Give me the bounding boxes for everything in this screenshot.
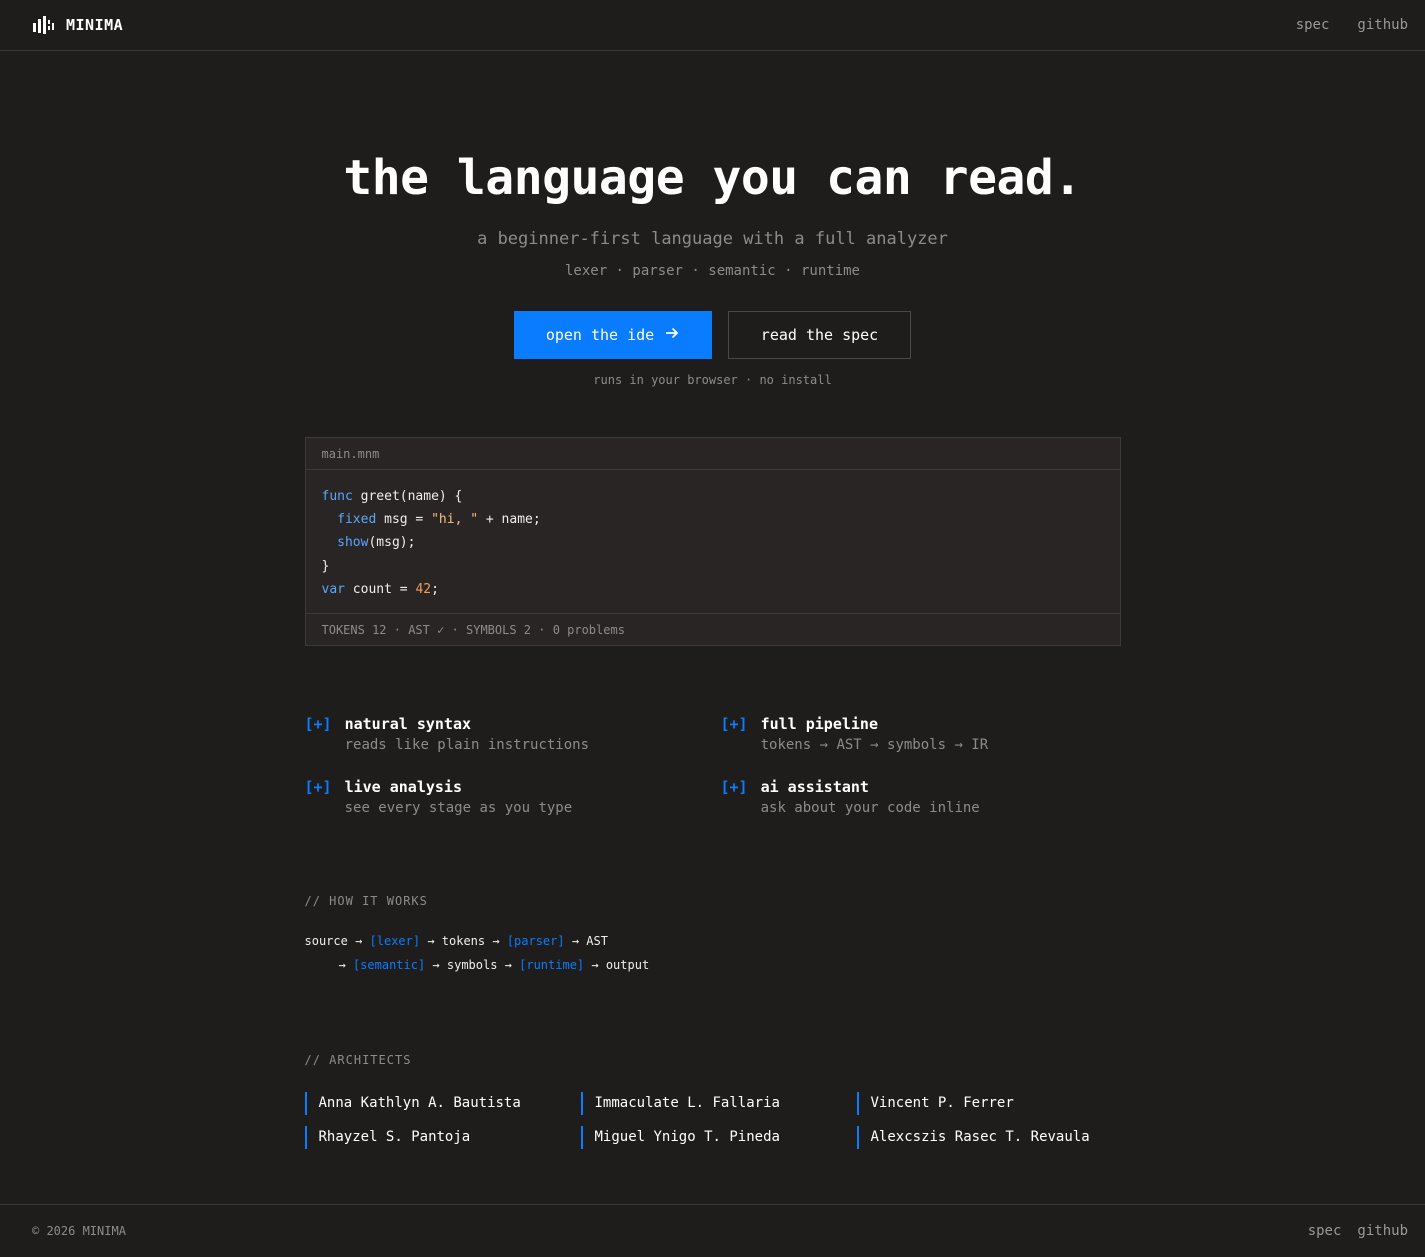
code-text: + name; — [478, 512, 541, 528]
pipeline-flow: source → [lexer] → tokens → [parser] → A… — [305, 929, 1121, 977]
editor-filename: main.mnm — [321, 446, 380, 461]
flow-line: → [semantic] → symbols → [runtime] → out… — [305, 953, 1121, 977]
open-ide-label: open the ide — [545, 326, 655, 344]
feature-marker: [+] — [304, 778, 332, 797]
flow-text: → symbols → — [425, 958, 520, 973]
code-line: fixed msg = "hi, " + name; — [322, 508, 1104, 531]
flow-step-lexer: [lexer] — [369, 934, 421, 949]
architects: // ARCHITECTS Anna Kathlyn A. Bautista I… — [304, 1053, 1121, 1150]
feature-desc: tokens → AST → symbols → IR — [760, 737, 989, 754]
flow-text: → — [338, 958, 353, 973]
hero: the language you can read. a beginner-fi… — [0, 151, 1425, 387]
hero-stages: lexer · parser · semantic · runtime — [564, 263, 860, 279]
feature-desc: reads like plain instructions — [344, 737, 590, 754]
editor-status-bar: TOKENS 12 · AST ✓ · SYMBOLS 2 · 0 proble… — [305, 613, 1120, 645]
bars-logo-icon — [32, 15, 56, 35]
code-line: show(msg); — [322, 531, 1104, 554]
hero-note: runs in your browser · no install — [593, 373, 832, 387]
code-line: func greet(name) { — [322, 485, 1104, 508]
flow-step-runtime: [runtime] — [519, 958, 585, 973]
how-it-works: // HOW IT WORKS source → [lexer] → token… — [305, 894, 1121, 977]
architect-name: Alexcszis Rasec T. Revaula — [856, 1126, 1121, 1150]
analysis-status: TOKENS 12 · AST ✓ · SYMBOLS 2 · 0 proble… — [321, 622, 625, 637]
architect-name: Miguel Ynigo T. Pineda — [580, 1126, 857, 1150]
architect-name: Vincent P. Ferrer — [856, 1092, 1121, 1116]
code-keyword: func — [321, 489, 353, 504]
feature-item: [+] natural syntax reads like plain inst… — [305, 714, 721, 756]
feature-title: live analysis — [344, 778, 462, 797]
feature-title: full pipeline — [760, 715, 878, 734]
feature-title: natural syntax — [344, 715, 472, 734]
code-preview: main.mnm func greet(name) { fixed msg = … — [304, 437, 1121, 647]
top-nav: spec github — [1296, 17, 1408, 33]
feature-item: [+] full pipeline tokens → AST → symbols… — [721, 714, 1121, 756]
feature-desc: ask about your code inline — [760, 800, 980, 817]
architect-name: Rhayzel S. Pantoja — [304, 1126, 581, 1150]
feature-marker: [+] — [720, 778, 748, 797]
code-line: } — [321, 558, 330, 574]
code-text: ; — [431, 581, 439, 597]
section-label: // HOW IT WORKS — [304, 894, 428, 909]
feature-item: [+] live analysis see every stage as you… — [305, 777, 721, 819]
read-spec-button[interactable]: read the spec — [728, 311, 911, 359]
flow-step-parser: [parser] — [506, 934, 565, 949]
feature-title: ai assistant — [760, 778, 869, 797]
code-text: count = — [344, 581, 416, 597]
cta-group: open the ide read the spec — [0, 311, 1425, 359]
flow-text: → AST — [564, 934, 608, 949]
code-text: msg = — [376, 512, 432, 528]
features-grid: [+] natural syntax reads like plain inst… — [305, 714, 1121, 819]
feature-marker: [+] — [304, 715, 332, 734]
footer-spec-link[interactable]: spec — [1308, 1223, 1342, 1239]
code-string: "hi, " — [431, 512, 479, 528]
code-block: func greet(name) { fixed msg = "hi, " + … — [306, 470, 1120, 613]
code-keyword: fixed — [337, 512, 377, 528]
code-text: greet(name) { — [352, 489, 463, 504]
feature-item: [+] ai assistant ask about your code inl… — [721, 777, 1121, 819]
flow-text: source → — [304, 934, 370, 949]
copyright: © 2026 MINIMA — [32, 1224, 126, 1238]
flow-text: → output — [584, 958, 650, 973]
nav-spec-link[interactable]: spec — [1296, 17, 1330, 33]
flow-text: → tokens → — [420, 934, 507, 949]
nav-github-link[interactable]: github — [1357, 17, 1408, 33]
footer: © 2026 MINIMA spec github — [0, 1204, 1425, 1257]
feature-marker: [+] — [720, 715, 748, 734]
top-bar: MINIMA spec github — [0, 0, 1425, 51]
flow-line: source → [lexer] → tokens → [parser] → A… — [305, 929, 1121, 953]
arrow-right-icon — [664, 325, 680, 345]
feature-desc: see every stage as you type — [344, 800, 573, 817]
architect-name: Anna Kathlyn A. Bautista — [304, 1092, 581, 1116]
code-number: 42 — [415, 581, 432, 597]
flow-step-semantic: [semantic] — [352, 958, 426, 973]
code-text: (msg); — [368, 535, 416, 551]
section-label: // ARCHITECTS — [304, 1053, 412, 1068]
footer-github-link[interactable]: github — [1357, 1223, 1408, 1239]
code-keyword: var — [321, 581, 345, 597]
brand[interactable]: MINIMA — [32, 15, 123, 35]
page-title: the language you can read. — [343, 150, 1082, 206]
open-ide-button[interactable]: open the ide — [514, 311, 712, 359]
footer-nav: spec github — [1308, 1223, 1408, 1239]
architect-name: Immaculate L. Fallaria — [580, 1092, 857, 1116]
code-keyword: show — [337, 535, 369, 551]
code-line: var count = 42; — [322, 578, 1104, 601]
brand-name: MINIMA — [66, 16, 124, 34]
editor-tab: main.mnm — [305, 438, 1120, 470]
architects-grid: Anna Kathlyn A. Bautista Immaculate L. F… — [304, 1092, 1121, 1150]
hero-subtitle: a beginner-first language with a full an… — [477, 229, 948, 249]
